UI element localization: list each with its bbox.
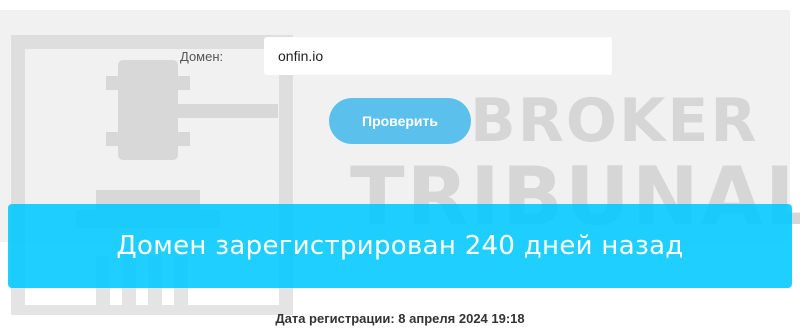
registration-date: Дата регистрации: 8 апреля 2024 19:18 <box>275 311 525 326</box>
result-banner: Домен зарегистрирован 240 дней назад <box>8 204 792 288</box>
check-button[interactable]: Проверить <box>329 98 471 144</box>
domain-input[interactable] <box>264 37 612 75</box>
watermark-broker-text: BROKER <box>470 86 759 156</box>
result-text: Домен зарегистрирован 240 дней назад <box>116 231 684 261</box>
domain-label: Домен: <box>180 49 224 64</box>
